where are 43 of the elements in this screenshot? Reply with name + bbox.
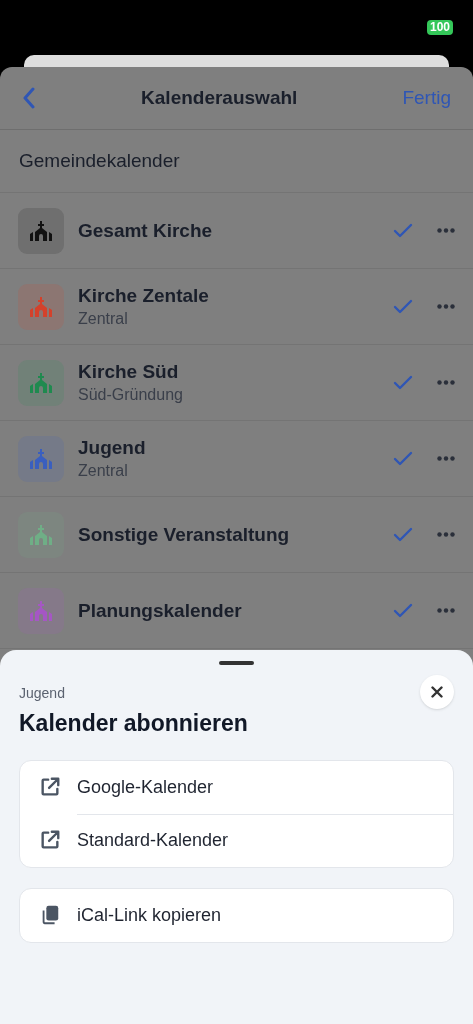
option-label: Google-Kalender: [77, 775, 214, 799]
calendar-name: Kirche Zentale: [78, 283, 210, 308]
more-icon[interactable]: [437, 456, 455, 461]
option-item[interactable]: Standard-Kalender: [20, 813, 453, 867]
external-link-icon: [39, 829, 61, 851]
calendar-row[interactable]: Planungskalender: [0, 573, 473, 649]
calendar-name: Kirche Süd: [78, 359, 180, 384]
drag-handle[interactable]: [219, 661, 254, 665]
nav-title: Kalenderauswahl: [141, 85, 298, 110]
more-icon[interactable]: [437, 380, 455, 385]
calendar-row[interactable]: Kirche Süd Süd-Gründung: [0, 345, 473, 421]
calendar-subtitle: Zentral: [78, 308, 129, 329]
checkmark-icon[interactable]: [393, 526, 413, 543]
calendar-name: Jugend: [78, 435, 147, 460]
close-button[interactable]: [420, 675, 454, 709]
calendar-name: Sonstige Veranstaltung: [78, 522, 291, 547]
calendar-subtitle: Zentral: [78, 460, 129, 481]
checkmark-icon[interactable]: [393, 298, 413, 315]
calendar-row[interactable]: Gesamt Kirche: [0, 193, 473, 269]
calendar-name: Planungskalender: [78, 598, 243, 623]
more-icon[interactable]: [437, 532, 455, 537]
option-label: Standard-Kalender: [77, 829, 229, 852]
external-link-icon: [39, 776, 61, 798]
checkmark-icon[interactable]: [393, 374, 413, 391]
more-icon[interactable]: [437, 304, 455, 309]
checkmark-icon[interactable]: [393, 222, 413, 239]
calendar-row[interactable]: Sonstige Veranstaltung: [0, 497, 473, 573]
sheet-title: Kalender abonnieren: [19, 709, 248, 738]
option-item[interactable]: iCal-Link kopieren: [20, 888, 453, 942]
option-label: iCal-Link kopieren: [77, 903, 222, 927]
checkmark-icon[interactable]: [393, 602, 413, 619]
calendar-row[interactable]: Kirche Zentale Zentral: [0, 269, 473, 345]
section-title: Gemeindekalender: [19, 148, 180, 173]
more-icon[interactable]: [437, 608, 455, 613]
sheet-subtitle: Jugend: [19, 684, 66, 703]
close-icon: [431, 686, 443, 698]
checkmark-icon[interactable]: [393, 450, 413, 467]
calendar-name: Gesamt Kirche: [78, 218, 214, 243]
option-item[interactable]: Google-Kalender: [20, 760, 453, 814]
calendar-row[interactable]: Jugend Zentral: [0, 421, 473, 497]
more-icon[interactable]: [437, 228, 455, 233]
calendar-subtitle: Süd-Gründung: [78, 384, 184, 405]
battery-indicator: 100: [426, 20, 453, 35]
